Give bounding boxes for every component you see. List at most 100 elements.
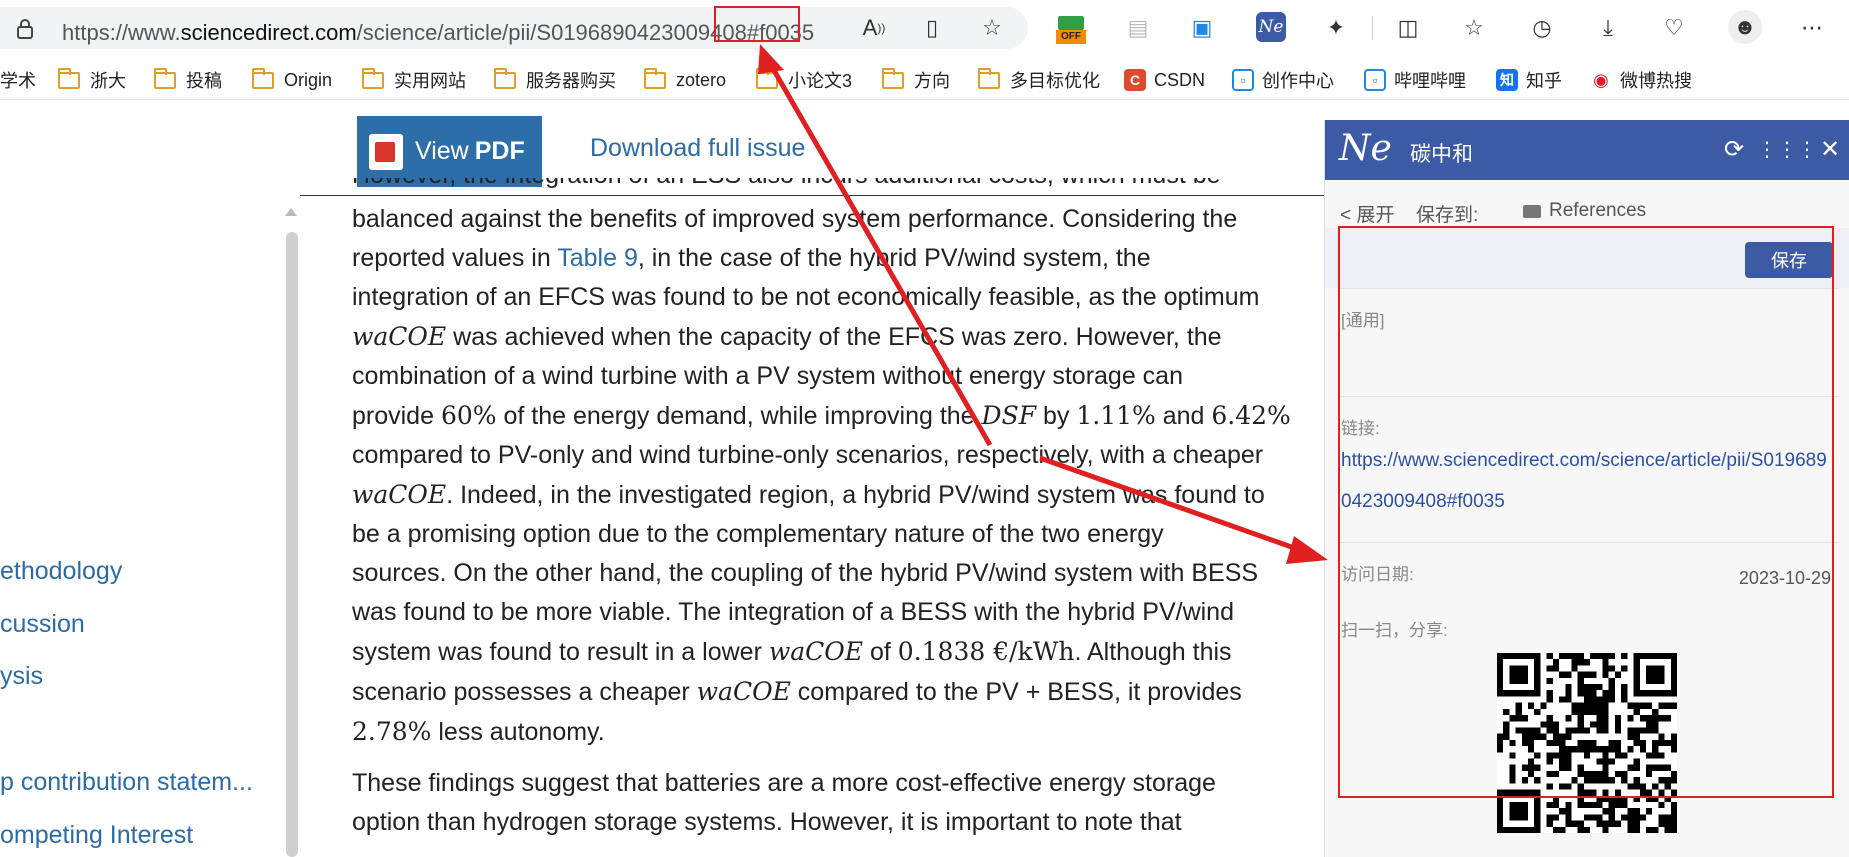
bookmark-folder-4[interactable]: 实用网站 bbox=[362, 67, 466, 92]
text-run: . Indeed, in the investigated region, a … bbox=[446, 481, 1265, 509]
off-badge: OFF bbox=[1056, 30, 1086, 44]
text-run: , in the case of the hybrid PV/wind syst… bbox=[637, 244, 1151, 272]
clipped-line-text: However, the integration of an ESS also … bbox=[352, 178, 1221, 195]
document-icon[interactable]: ▤ bbox=[1124, 14, 1152, 42]
extensions-icon[interactable]: ✦ bbox=[1322, 14, 1350, 42]
bookmark-label: 哔哩哔哩 bbox=[1394, 71, 1466, 91]
download-full-issue-link[interactable]: Download full issue bbox=[590, 134, 805, 163]
bookmark-folder-6[interactable]: zotero bbox=[644, 67, 726, 92]
outline-item-methodology[interactable]: ethodology bbox=[0, 557, 122, 586]
text-run: by bbox=[1036, 402, 1077, 430]
math-waCOE: waCOE bbox=[352, 480, 447, 509]
view-pdf-button[interactable]: View PDF bbox=[357, 116, 542, 187]
table-9-link[interactable]: Table 9 bbox=[557, 244, 638, 272]
apps-grid-icon[interactable]: ⋮⋮⋮ bbox=[1757, 136, 1817, 162]
folder-icon bbox=[644, 67, 666, 89]
text-run: reported values in bbox=[352, 244, 558, 272]
text-run: scenario possesses a cheaper bbox=[352, 678, 697, 706]
bookmark-folder-8[interactable]: 方向 bbox=[882, 67, 950, 92]
bookmarks-bar: 学术 浙大 投稿 Origin 实用网站 服务器购买 zotero 小论文3 方… bbox=[0, 60, 1849, 100]
text-run: provide bbox=[352, 402, 441, 430]
bookmark-0[interactable]: 学术 bbox=[0, 68, 36, 92]
read-aloud-icon[interactable]: A)) bbox=[860, 14, 888, 42]
bilibili-icon: ▫ bbox=[1232, 69, 1254, 91]
folder-icon bbox=[882, 67, 904, 89]
text-run: integration of an EFCS was found to be n… bbox=[352, 283, 1260, 311]
text-run: be a promising option due to the complem… bbox=[352, 520, 1164, 548]
bookmark-folder-9[interactable]: 多目标优化 bbox=[978, 67, 1100, 92]
scroll-up-icon[interactable] bbox=[284, 206, 298, 218]
bookmark-weibo[interactable]: ◉ 微博热搜 bbox=[1590, 68, 1692, 92]
download-icon[interactable]: ⤓ bbox=[1594, 14, 1622, 42]
text-run: of the energy demand, while improving th… bbox=[496, 402, 982, 430]
bookmark-folder-2[interactable]: 投稿 bbox=[154, 67, 222, 92]
text-run: was found to be more viable. The integra… bbox=[352, 598, 1234, 626]
text-run: option than hydrogen storage systems. Ho… bbox=[352, 808, 1182, 836]
lock-icon[interactable] bbox=[16, 19, 34, 39]
clipped-line: However, the integration of an ESS also … bbox=[352, 178, 1312, 196]
more-icon[interactable]: ⋯ bbox=[1798, 14, 1826, 42]
bookmark-folder-7[interactable]: 小论文3 bbox=[756, 67, 853, 92]
text-run: balanced against the benefits of improve… bbox=[352, 205, 1238, 233]
url-path: /science/article/pii/S0196890423009408 bbox=[356, 20, 747, 45]
bookmark-folder-3[interactable]: Origin bbox=[252, 67, 333, 92]
folder-name: References bbox=[1549, 200, 1647, 221]
text-run: combination of a wind turbine with a PV … bbox=[352, 362, 1183, 390]
bookmark-bilibili[interactable]: ▫ 哔哩哔哩 bbox=[1364, 68, 1466, 92]
panel-title: 碳中和 bbox=[1410, 143, 1473, 166]
close-icon[interactable]: ✕ bbox=[1817, 136, 1843, 163]
profile-avatar-icon[interactable]: ☻ bbox=[1728, 10, 1762, 44]
immersive-reader-icon[interactable]: ▯ bbox=[918, 14, 946, 42]
bookmark-creator-center[interactable]: ▫ 创作中心 bbox=[1232, 68, 1334, 92]
favorites-icon[interactable]: ☆ bbox=[1460, 14, 1488, 42]
zhihu-icon: 知 bbox=[1496, 69, 1518, 91]
view-pdf-bold: PDF bbox=[474, 137, 525, 165]
toolbar-divider bbox=[1372, 16, 1373, 40]
outline-item-competing-interest[interactable]: ompeting Interest bbox=[0, 821, 193, 850]
bookmark-label: CSDN bbox=[1154, 69, 1206, 90]
bookmark-label: 服务器购买 bbox=[526, 71, 616, 91]
folder-icon bbox=[756, 67, 778, 89]
bookmark-label: 学术 bbox=[0, 71, 36, 91]
bookmark-label: 小论文3 bbox=[788, 71, 853, 91]
ne-extension-icon[interactable]: Ne bbox=[1256, 12, 1286, 42]
split-screen-icon[interactable]: ◫ bbox=[1394, 14, 1422, 42]
math-value: 0.1838 €/kWh bbox=[897, 637, 1075, 666]
csdn-icon: C bbox=[1124, 69, 1146, 91]
bookmark-csdn[interactable]: C CSDN bbox=[1124, 68, 1205, 92]
outline-item-discussion[interactable]: cussion bbox=[0, 610, 85, 639]
text-run: These findings suggest that batteries ar… bbox=[352, 769, 1216, 797]
text-run: compared to PV-only and wind turbine-onl… bbox=[352, 441, 1264, 469]
expand-link[interactable]: < 展开 bbox=[1340, 200, 1394, 227]
bookmark-label: 知乎 bbox=[1526, 71, 1562, 91]
text-run: . Although this bbox=[1074, 638, 1232, 666]
outline-scrollbar-thumb[interactable] bbox=[286, 232, 298, 857]
bookmark-label: 微博热搜 bbox=[1620, 71, 1692, 91]
folder-icon bbox=[494, 67, 516, 89]
outline-sidebar: ethodology cussion ysis p contribution s… bbox=[0, 196, 300, 857]
bookmark-zhihu[interactable]: 知知乎 bbox=[1496, 68, 1562, 92]
bookmark-label: 方向 bbox=[914, 71, 950, 91]
text-run: of bbox=[863, 638, 898, 666]
math-waCOE: waCOE bbox=[696, 677, 791, 706]
bookmark-folder-1[interactable]: 浙大 bbox=[58, 67, 126, 92]
outline-item-analysis[interactable]: ysis bbox=[0, 662, 43, 691]
browser-toolbar: https://www.sciencedirect.com/science/ar… bbox=[0, 0, 1849, 56]
save-to-label: 保存到: bbox=[1416, 205, 1479, 226]
folder-icon bbox=[978, 67, 1000, 89]
annotation-panel-highlight bbox=[1338, 226, 1834, 798]
bookmark-label: Origin bbox=[284, 69, 333, 90]
favorite-star-icon[interactable]: ☆ bbox=[978, 14, 1006, 42]
view-pdf-prefix: View bbox=[415, 137, 469, 165]
url-text[interactable]: https://www.sciencedirect.com/science/ar… bbox=[62, 20, 814, 46]
bookmark-folder-5[interactable]: 服务器购买 bbox=[494, 67, 616, 92]
bilibili-icon[interactable]: ▣ bbox=[1188, 14, 1216, 42]
refresh-icon[interactable]: ⟳ bbox=[1721, 136, 1747, 163]
folder-selector[interactable]: References bbox=[1523, 200, 1646, 222]
folder-icon bbox=[154, 67, 176, 89]
math-value: 2.78% bbox=[352, 717, 432, 746]
outline-item-contribution[interactable]: p contribution statem... bbox=[0, 768, 253, 797]
off-extension-icon[interactable]: OFF bbox=[1056, 14, 1086, 46]
health-icon[interactable]: ♡ bbox=[1660, 14, 1688, 42]
history-icon[interactable]: ◷ bbox=[1528, 14, 1556, 42]
